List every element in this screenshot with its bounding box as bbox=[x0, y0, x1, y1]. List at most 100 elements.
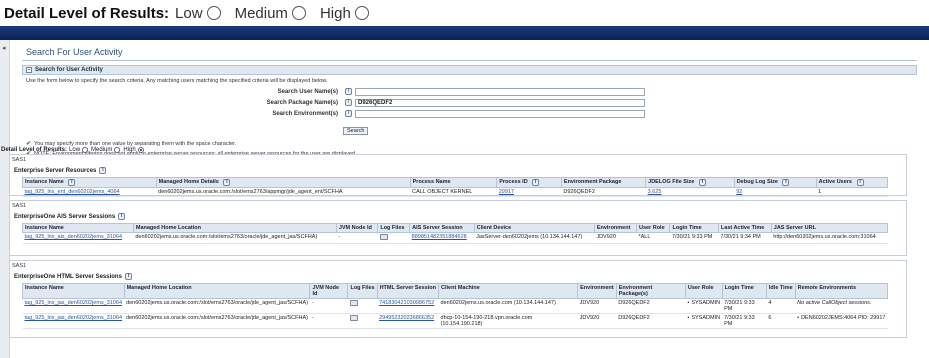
jdelog-link[interactable]: 3,625 bbox=[648, 189, 662, 195]
col-client-machine[interactable]: Client Machine bbox=[438, 283, 579, 299]
option-medium[interactable]: Medium bbox=[235, 5, 306, 22]
col-login-time[interactable]: Login Time bbox=[669, 223, 719, 233]
col-log-files[interactable]: Log Files bbox=[347, 283, 378, 299]
option-high[interactable]: High bbox=[320, 5, 369, 22]
col-process-id[interactable]: Process ID i bbox=[496, 177, 562, 188]
ais-sessions-panel: SAS1 EnterpriseOne AIS Server Sessions i … bbox=[9, 200, 907, 256]
user-name-input[interactable] bbox=[355, 87, 645, 96]
col-debug-log-size[interactable]: Debug Log Size i bbox=[733, 177, 817, 188]
instance-link[interactable]: tag_925_lnx_jas_den60202jems_31064 bbox=[25, 315, 123, 321]
cell-debug[interactable]: 92 bbox=[734, 187, 817, 197]
radio-high[interactable] bbox=[354, 6, 369, 20]
radio-medium-small[interactable] bbox=[114, 147, 121, 153]
col-label: JVM Node Id bbox=[338, 225, 372, 231]
cell-instance[interactable]: tag_925_lnx_ent_den60202jems_4064 bbox=[22, 187, 157, 197]
cell-session[interactable]: 741830421030986752 bbox=[377, 298, 439, 314]
cell-session[interactable]: 889851482351884628 bbox=[409, 232, 475, 244]
col-log-files[interactable]: Log Files bbox=[377, 223, 411, 233]
low-label: Low bbox=[69, 147, 81, 153]
col-active-users[interactable]: Active Users i bbox=[815, 177, 889, 188]
search-button[interactable]: Search bbox=[343, 127, 369, 135]
cell-session[interactable]: 294952320236866352 bbox=[377, 313, 439, 329]
help-icon[interactable]: i bbox=[532, 179, 540, 186]
col-client-device[interactable]: Client Device bbox=[473, 223, 595, 233]
instance-link[interactable]: tag_925_lnx_jas_den60202jems_31064 bbox=[25, 300, 123, 306]
help-icon[interactable]: i bbox=[698, 179, 706, 186]
panel-title: Enterprise Server Resources i bbox=[10, 163, 906, 174]
col-jdelog-size[interactable]: JDELOG File Size i bbox=[645, 177, 735, 188]
col-managed-home[interactable]: Managed Home Location bbox=[132, 223, 337, 233]
help-icon[interactable]: i bbox=[118, 213, 126, 220]
instance-link[interactable]: tag_925_lnx_ais_den60202jems_31064 bbox=[25, 234, 123, 240]
col-ais-session[interactable]: AIS Server Session bbox=[409, 223, 475, 233]
col-label: Log Files bbox=[380, 225, 405, 231]
col-label: Environment Package(s) bbox=[618, 285, 653, 297]
radio-low[interactable] bbox=[206, 6, 221, 20]
log-file-icon[interactable] bbox=[379, 234, 388, 240]
help-icon[interactable]: i bbox=[99, 167, 107, 174]
col-html-session[interactable]: HTML Server Session bbox=[376, 283, 440, 299]
session-link[interactable]: 889851482351884628 bbox=[412, 234, 467, 240]
col-environment[interactable]: Environment bbox=[577, 283, 617, 299]
help-icon[interactable]: i bbox=[68, 179, 76, 186]
col-label: User Role bbox=[638, 225, 665, 231]
col-environment[interactable]: Environment bbox=[593, 223, 637, 233]
help-icon[interactable]: i bbox=[345, 88, 352, 95]
cell-log[interactable] bbox=[347, 298, 378, 314]
col-instance-name[interactable]: Instance Name bbox=[22, 283, 125, 299]
help-icon[interactable]: i bbox=[782, 179, 790, 186]
col-jas-url[interactable]: JAS Server URL bbox=[770, 223, 889, 233]
col-user-role[interactable]: User Role bbox=[684, 283, 723, 299]
cell-log[interactable] bbox=[377, 232, 410, 244]
detail-level-bar: Detail Level of Results: Low Medium High bbox=[0, 0, 929, 26]
col-instance-name[interactable]: Instance Name bbox=[22, 223, 134, 233]
cell-instance[interactable]: tag_925_lnx_ais_den60202jems_31064 bbox=[22, 232, 134, 244]
bullet-icon: • bbox=[797, 315, 800, 321]
help-icon[interactable]: i bbox=[345, 110, 352, 117]
col-managed-home[interactable]: Managed Home Details i bbox=[155, 177, 411, 188]
col-env-packages[interactable]: Environment Package(s) bbox=[615, 283, 686, 299]
col-jvm-node[interactable]: JVM Node Id bbox=[335, 223, 379, 233]
cell-instance[interactable]: tag_925_lnx_jas_den60202jems_31064 bbox=[22, 298, 125, 314]
col-environment-package[interactable]: Environment Package bbox=[560, 177, 647, 188]
col-label: HTML Server Session bbox=[379, 285, 437, 291]
cell-process-id[interactable]: 29917 bbox=[496, 187, 562, 197]
col-label: Instance Name bbox=[25, 179, 64, 185]
col-idle-time[interactable]: Idle Time bbox=[765, 283, 796, 299]
panel-title-text: EnterpriseOne AIS Server Sessions bbox=[14, 213, 116, 220]
cell-instance[interactable]: tag_925_lnx_jas_den60202jems_31064 bbox=[22, 313, 125, 329]
log-file-icon[interactable] bbox=[349, 300, 358, 306]
process-id-link[interactable]: 29917 bbox=[499, 189, 514, 195]
instance-link[interactable]: tag_925_lnx_ent_den60202jems_4064 bbox=[25, 189, 120, 195]
col-last-active[interactable]: Last Active Time bbox=[717, 223, 772, 233]
col-process-name[interactable]: Process Name bbox=[409, 177, 498, 188]
col-user-role[interactable]: User Role bbox=[635, 223, 671, 233]
col-jvm-node[interactable]: JVM Node Id bbox=[309, 283, 349, 299]
search-section-header[interactable]: − Search for User Activity bbox=[22, 65, 917, 75]
radio-high-small[interactable] bbox=[137, 147, 144, 153]
col-managed-home[interactable]: Managed Home Location bbox=[123, 283, 311, 299]
col-remote-envs[interactable]: Remote Environments bbox=[794, 283, 889, 299]
debug-link[interactable]: 92 bbox=[736, 189, 742, 195]
help-icon[interactable]: i bbox=[223, 179, 231, 186]
col-login-time[interactable]: Login Time bbox=[721, 283, 767, 299]
session-link[interactable]: 741830421030986752 bbox=[379, 300, 434, 306]
help-icon[interactable]: i bbox=[124, 273, 132, 280]
session-link[interactable]: 294952320236866352 bbox=[379, 315, 434, 321]
package-name-input[interactable]: D926QEDF2 bbox=[355, 98, 645, 107]
collapse-arrow-icon[interactable]: ◂ bbox=[2, 44, 6, 52]
help-icon[interactable]: i bbox=[345, 99, 352, 106]
help-icon[interactable]: i bbox=[856, 179, 864, 186]
cell-home: den60202jems.us.oracle.com:/slot/ems2763… bbox=[156, 187, 411, 197]
environment-input[interactable] bbox=[355, 109, 645, 118]
option-low[interactable]: Low bbox=[175, 5, 221, 22]
cell-log[interactable] bbox=[347, 313, 378, 329]
radio-medium[interactable] bbox=[291, 6, 306, 20]
log-file-icon[interactable] bbox=[349, 315, 358, 321]
col-instance-name[interactable]: Instance Name i bbox=[22, 177, 157, 188]
collapse-icon[interactable]: − bbox=[26, 67, 32, 73]
cell-jdelog[interactable]: 3,625 bbox=[645, 187, 735, 197]
col-label: AIS Server Session bbox=[412, 225, 463, 231]
table-row: tag_925_lnx_jas_den60202jems_31064 den60… bbox=[22, 313, 888, 329]
radio-low-small[interactable] bbox=[82, 147, 89, 153]
